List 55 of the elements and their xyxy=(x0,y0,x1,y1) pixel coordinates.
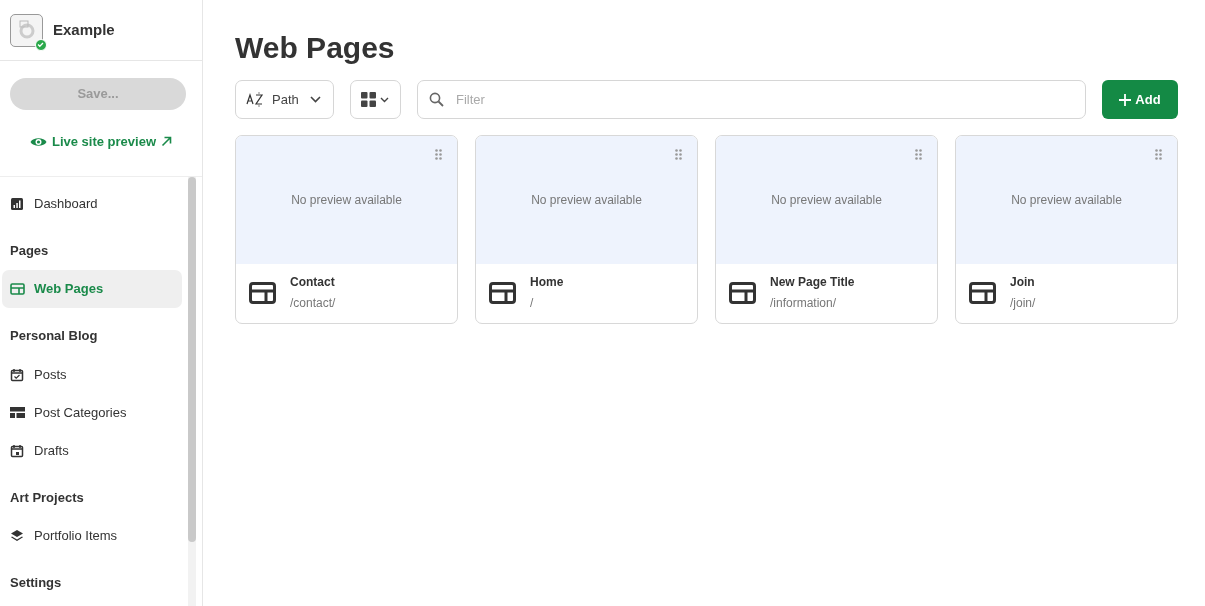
scrollbar[interactable] xyxy=(188,176,196,606)
layout-icon xyxy=(729,281,756,304)
grid-icon xyxy=(361,92,376,107)
page-path: /join/ xyxy=(1010,295,1036,312)
page-title: Web Pages xyxy=(235,30,396,66)
calendar-check-icon xyxy=(10,367,25,382)
page-title-text: Home xyxy=(530,274,564,291)
nav-item[interactable]: Posts xyxy=(2,355,182,394)
filter-field[interactable]: Filter xyxy=(417,80,1086,119)
page-card[interactable]: No preview available New Page Title /information/ xyxy=(715,135,938,324)
sort-az-icon xyxy=(246,92,264,107)
section-heading: Art Projects xyxy=(9,488,85,507)
page-path: /information/ xyxy=(770,295,838,312)
sort-dropdown[interactable]: Path xyxy=(235,80,334,119)
page-title-text: Contact xyxy=(290,274,336,291)
page-card[interactable]: No preview available Join /join/ xyxy=(955,135,1178,324)
chart-icon xyxy=(10,196,25,211)
section-heading: Pages xyxy=(9,241,50,260)
page-path: /contact/ xyxy=(290,295,336,312)
preview-placeholder: No preview available xyxy=(1011,192,1122,209)
nav-item[interactable]: Web Pages xyxy=(2,270,182,308)
section-heading: Personal Blog xyxy=(9,327,99,345)
calendar-icon xyxy=(10,443,25,458)
drag-handle-icon[interactable] xyxy=(435,149,442,160)
layout-icon xyxy=(249,281,276,304)
page-card[interactable]: No preview available Home / xyxy=(475,135,698,324)
nav-item[interactable]: Portfolio Items xyxy=(2,517,182,555)
caret-icon xyxy=(380,96,389,103)
page-path: / xyxy=(530,295,535,312)
plus-icon xyxy=(1119,93,1132,106)
layers-icon xyxy=(10,529,25,543)
external-link-icon xyxy=(161,136,173,148)
preview-placeholder: No preview available xyxy=(531,192,642,209)
preview-placeholder: No preview available xyxy=(771,192,882,209)
preview-placeholder: No preview available xyxy=(291,192,402,209)
view-toggle[interactable] xyxy=(350,80,401,119)
layout-icon xyxy=(969,281,996,304)
nav-item[interactable]: Drafts xyxy=(2,431,182,470)
layout-icon xyxy=(489,281,516,304)
page-title-text: New Page Title xyxy=(770,274,855,291)
drag-handle-icon[interactable] xyxy=(915,149,922,160)
layout-icon xyxy=(10,282,25,296)
eye-icon xyxy=(29,135,47,148)
caret-icon xyxy=(310,96,321,103)
live-preview-link[interactable]: Live site preview xyxy=(29,132,173,152)
site-name: Example xyxy=(53,19,115,40)
section-heading: Settings xyxy=(9,574,63,592)
page-title-text: Join xyxy=(1010,274,1036,291)
nav-item[interactable]: Dashboard xyxy=(2,184,182,223)
nav-item[interactable]: Post Categories xyxy=(2,393,182,432)
drag-handle-icon[interactable] xyxy=(675,149,682,160)
page-card[interactable]: No preview available Contact /contact/ xyxy=(235,135,458,324)
drag-handle-icon[interactable] xyxy=(1155,149,1162,160)
table-icon xyxy=(10,405,25,420)
add-button[interactable]: Add xyxy=(1102,80,1178,119)
